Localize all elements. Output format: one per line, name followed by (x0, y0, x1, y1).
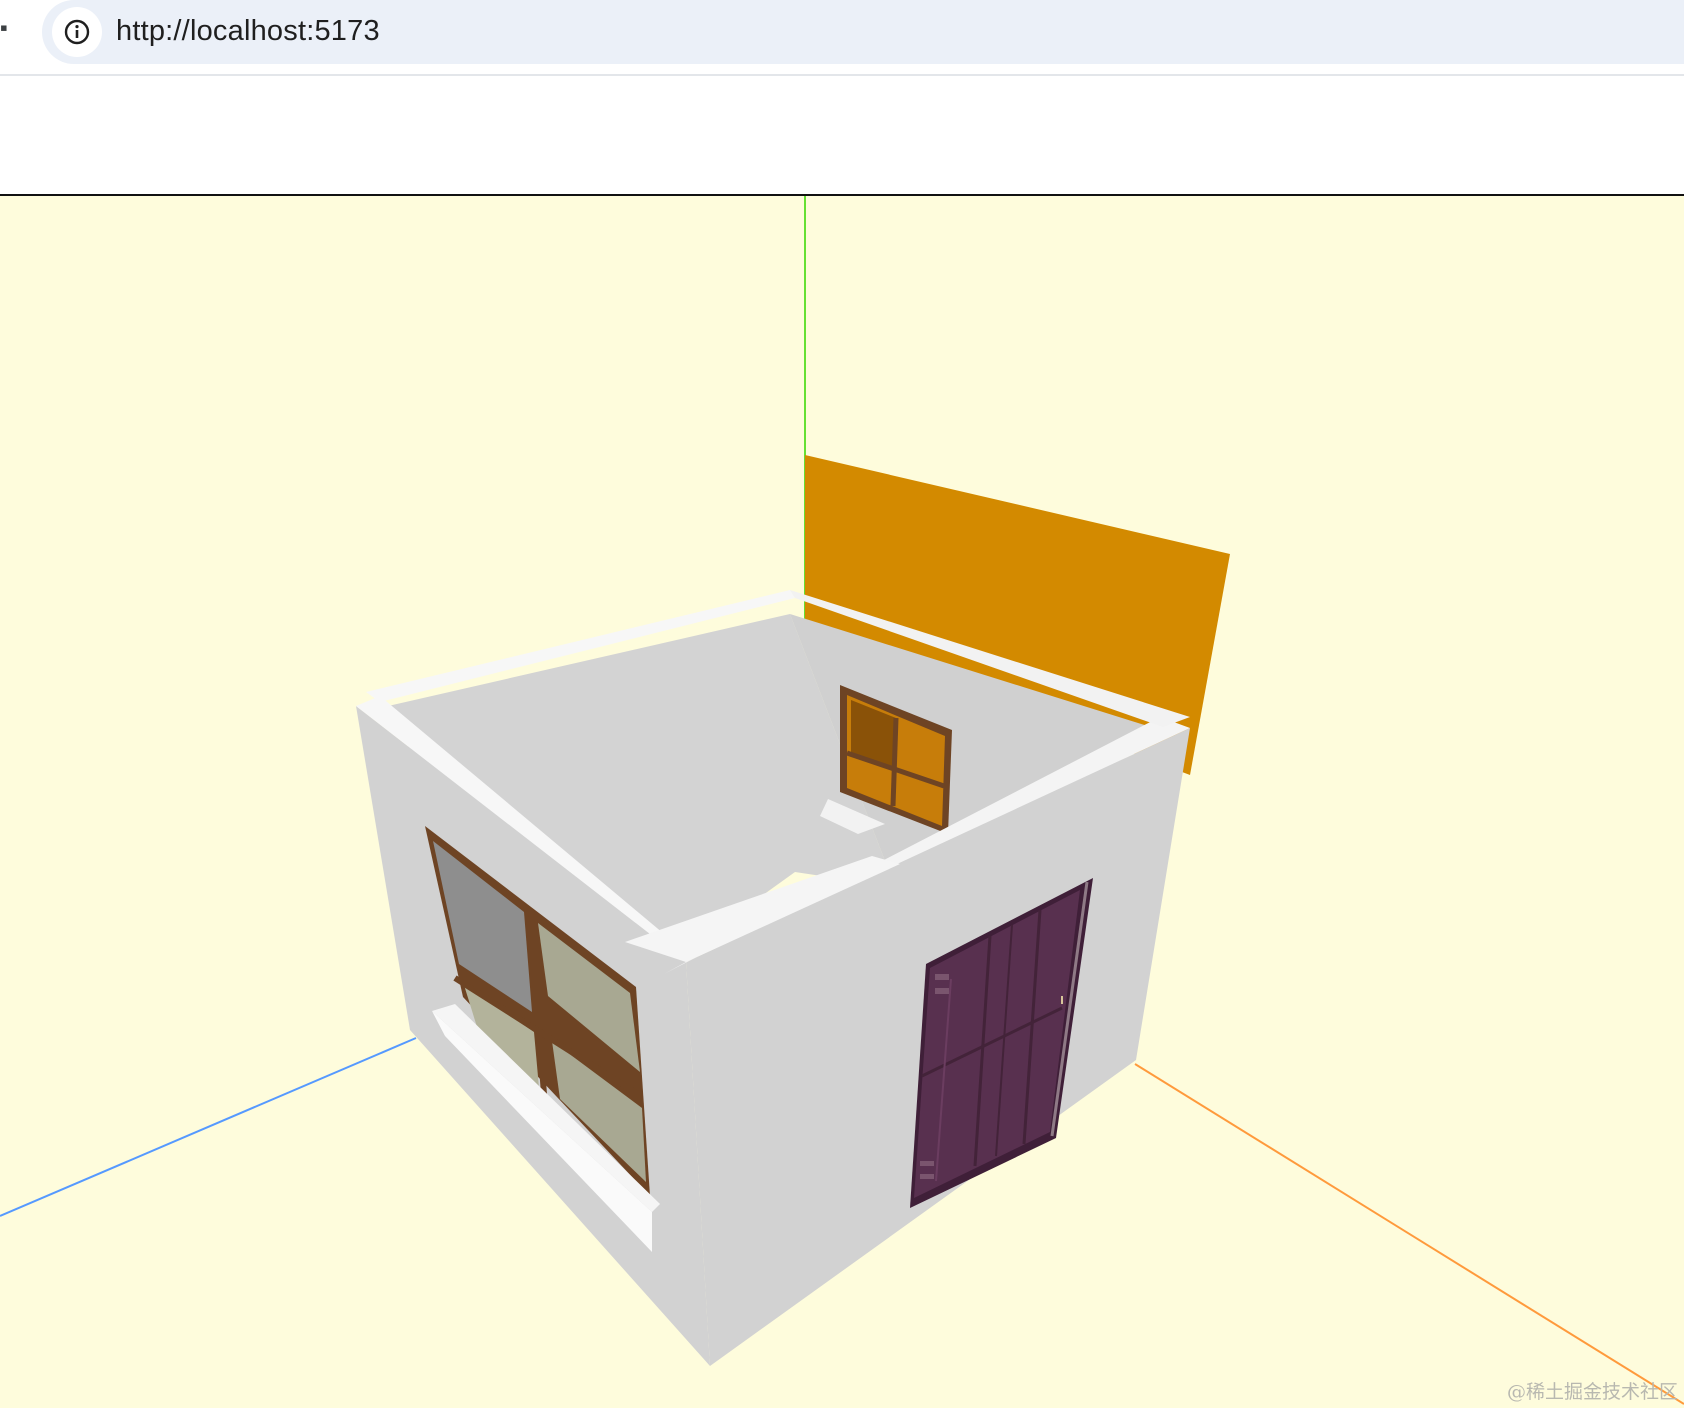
page-header-area (0, 76, 1684, 196)
address-bar[interactable]: http://localhost:5173 (42, 0, 1684, 64)
watermark-text: @稀土掘金技术社区 (1506, 1381, 1678, 1403)
3d-scene-canvas[interactable]: @稀土掘金技术社区 (0, 196, 1684, 1408)
site-info-button[interactable] (52, 7, 102, 57)
z-axis-line (0, 1037, 417, 1217)
x-axis-line (1134, 1063, 1684, 1405)
browser-toolbar: ▪ http://localhost:5173 (0, 0, 1684, 76)
scene-svg (0, 196, 1684, 1405)
tab-edge[interactable]: ▪ (0, 17, 8, 39)
info-icon (64, 19, 90, 45)
url-text[interactable]: http://localhost:5173 (116, 0, 380, 64)
